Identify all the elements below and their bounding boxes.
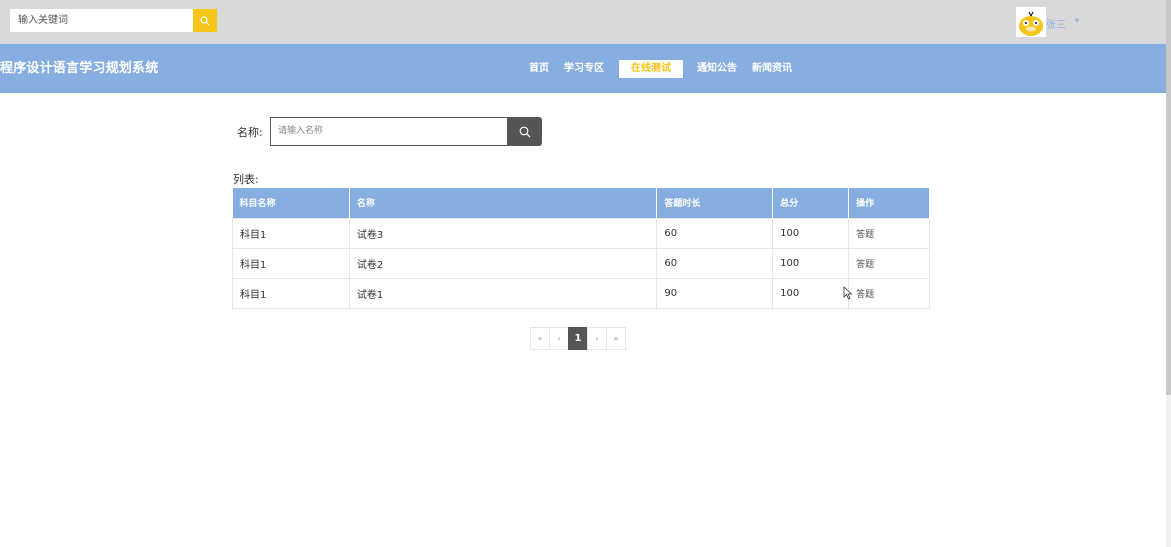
cell-score: 100: [772, 277, 850, 309]
next-page-button[interactable]: ›: [587, 327, 607, 350]
cell-duration: 90: [656, 277, 774, 309]
chevron-down-icon[interactable]: ▾: [1075, 16, 1079, 25]
column-header-duration: 答题时长: [656, 188, 774, 218]
keyword-search-input[interactable]: 输入关键词: [10, 9, 193, 32]
name-search-input[interactable]: 请输入名称: [270, 117, 508, 146]
list-label: 列表:: [233, 173, 259, 186]
table-row: 科目1 试卷2 60 100 答题: [232, 247, 930, 279]
nav-item-home[interactable]: 首页: [524, 60, 554, 78]
cell-duration: 60: [656, 217, 774, 249]
top-bar: 输入关键词 张三 ▾: [0, 0, 1166, 44]
exam-table: 科目名称 名称 答题时长 总分 操作 科目1 试卷3 60 100 答题 科目1…: [232, 188, 930, 309]
mouse-cursor-icon: [843, 286, 853, 300]
name-label: 名称:: [237, 126, 263, 139]
column-header-action: 操作: [848, 188, 930, 218]
search-icon: [200, 15, 210, 25]
answer-button[interactable]: 答题: [848, 277, 930, 309]
avatar[interactable]: [1016, 7, 1046, 37]
cell-name: 试卷1: [348, 277, 658, 309]
nav-item-online-test[interactable]: 在线测试: [619, 60, 683, 78]
main-nav: 程序设计语言学习规划系统 首页 学习专区 在线测试 通知公告 新闻资讯: [0, 44, 1166, 93]
cell-subject: 科目1: [232, 247, 350, 279]
cell-subject: 科目1: [232, 217, 350, 249]
prev-page-button[interactable]: ‹: [549, 327, 569, 350]
cell-subject: 科目1: [232, 277, 350, 309]
last-page-button[interactable]: »: [606, 327, 626, 350]
nav-item-learning[interactable]: 学习专区: [562, 60, 606, 78]
nav-item-notices[interactable]: 通知公告: [695, 60, 739, 78]
scrollbar-thumb[interactable]: [1166, 0, 1171, 395]
first-page-button[interactable]: «: [530, 327, 550, 350]
table-row: 科目1 试卷1 90 100 答题: [232, 277, 930, 309]
nav-item-news[interactable]: 新闻资讯: [750, 60, 794, 78]
duck-avatar-icon: [1016, 7, 1046, 37]
column-header-score: 总分: [772, 188, 850, 218]
column-header-subject: 科目名称: [232, 188, 350, 218]
page-1-button[interactable]: 1: [568, 327, 588, 350]
keyword-search-button[interactable]: [193, 9, 217, 32]
cell-score: 100: [772, 247, 850, 279]
answer-button[interactable]: 答题: [848, 247, 930, 279]
answer-button[interactable]: 答题: [848, 217, 930, 249]
cell-name: 试卷3: [348, 217, 658, 249]
name-search-button[interactable]: [508, 117, 542, 146]
cell-duration: 60: [656, 247, 774, 279]
column-header-name: 名称: [349, 188, 658, 218]
cell-score: 100: [772, 217, 850, 249]
cell-name: 试卷2: [348, 247, 658, 279]
user-name[interactable]: 张三: [1046, 16, 1066, 31]
table-header-row: 科目名称 名称 答题时长 总分 操作: [232, 188, 930, 218]
search-icon: [519, 126, 531, 137]
table-row: 科目1 试卷3 60 100 答题: [232, 217, 930, 249]
site-title: 程序设计语言学习规划系统: [0, 61, 159, 76]
page: 输入关键词 张三 ▾ 程序设计语言学习规划系统 首页 学习专区 在线测试 通知公…: [0, 0, 1171, 547]
pagination: « ‹ 1 › »: [530, 327, 626, 350]
